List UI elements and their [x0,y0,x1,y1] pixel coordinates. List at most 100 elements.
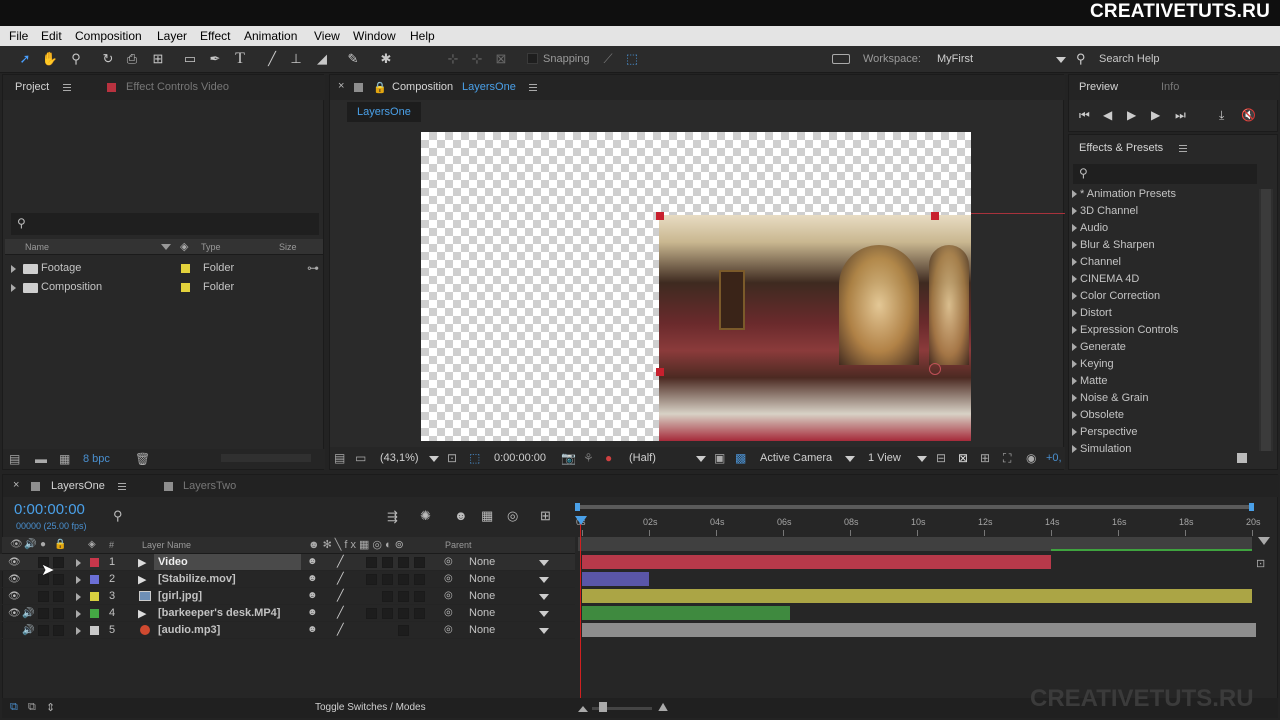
expand-triangle-icon[interactable] [11,265,16,273]
rotate-tool-icon[interactable]: ↻ [99,51,117,67]
workspace-icon[interactable] [832,54,850,64]
comp-button-icon[interactable] [1258,537,1270,545]
col-layer-name[interactable]: Layer Name [142,540,191,550]
switch-box[interactable] [414,591,425,602]
timeline-timecode[interactable]: 0:00:00:00 [14,501,85,518]
switch-box[interactable] [414,557,425,568]
menu-view[interactable]: View [314,29,340,43]
layer-name[interactable]: [audio.mp3] [158,624,220,636]
zoom-tool-icon[interactable]: ⚲ [67,51,85,67]
layer-row[interactable]: 👁 1 ▶ Video ☻ ╱ ◎ None [0,554,575,571]
expand-triangle-icon[interactable] [76,576,81,584]
comp-mini-flowchart-icon[interactable]: ⇶ [387,509,398,525]
workspace-dropdown-icon[interactable] [1056,57,1066,63]
scrollbar-thumb[interactable] [1261,189,1271,451]
expand-triangle-icon[interactable] [76,627,81,635]
project-item-footage[interactable]: Footage Folder [5,260,323,278]
tab-preview[interactable]: Preview [1079,81,1118,93]
reset-exposure-icon[interactable]: ◉ [1026,451,1036,465]
sort-arrow-icon[interactable] [161,244,171,250]
lock-toggle[interactable] [53,608,64,619]
close-tab-icon[interactable]: × [338,80,344,92]
solo-toggle[interactable] [38,608,49,619]
pan-behind-tool-icon[interactable]: ⊞ [149,51,167,67]
shy-switch-icon[interactable]: ☻ [307,573,318,584]
clone-stamp-tool-icon[interactable]: ⊥ [287,51,305,67]
parent-value[interactable]: None [469,607,495,619]
pickwhip-icon[interactable]: ◎ [444,590,453,601]
shy-switch-icon[interactable]: ☻ [307,556,318,567]
solo-column-icon[interactable]: ● [40,539,46,550]
menu-file[interactable]: File [9,29,28,43]
time-ruler[interactable]: 0s02s04s06s08s10s12s14s16s18s20s [575,514,1261,536]
world-axis-icon[interactable]: ⊹ [468,51,486,67]
video-frame[interactable] [659,215,971,441]
first-frame-icon[interactable]: ⏮ [1079,108,1090,123]
effect-category[interactable]: Noise & Grain [1072,392,1148,404]
switch-box[interactable] [382,574,393,585]
effect-category[interactable]: Generate [1072,341,1126,353]
composition-panel-menu-icon[interactable] [529,84,537,91]
switch-box[interactable] [398,591,409,602]
always-preview-icon[interactable]: ▤ [334,451,345,465]
shy-switch-icon[interactable]: ☻ [307,624,318,635]
parent-value[interactable]: None [469,573,495,585]
layer-duration-bar[interactable] [582,589,1252,603]
speaker-icon[interactable]: 🔊 [22,608,34,619]
tab-timeline-inactive[interactable]: LayersTwo [183,480,236,492]
monitor-icon[interactable]: ▭ [355,451,366,465]
effect-category[interactable]: 3D Channel [1072,205,1138,217]
zoom-dropdown-icon[interactable] [429,456,439,462]
close-tab-icon[interactable]: × [13,479,19,491]
shape-tool-icon[interactable]: ▭ [181,51,199,67]
pickwhip-icon[interactable]: ◎ [444,624,453,635]
label-color-swatch[interactable] [90,592,99,601]
play-icon[interactable]: ▶ [1127,108,1136,122]
menu-edit[interactable]: Edit [41,29,62,43]
col-type[interactable]: Type [201,242,221,252]
layer-name[interactable]: [barkeeper's desk.MP4] [158,607,280,619]
in-out-panes-icon[interactable]: ⇕ [46,701,55,714]
layer-row[interactable]: 👁 3 [girl.jpg] ☻ ╱ ◎ None [0,588,575,605]
lock-icon[interactable]: 🔒 [373,81,387,94]
tab-effect-controls[interactable]: Effect Controls Video [126,81,229,93]
work-area-bar[interactable] [575,501,1257,513]
lock-toggle[interactable] [53,625,64,636]
effects-presets-title[interactable]: Effects & Presets [1079,142,1163,154]
region-of-interest-icon[interactable]: ⬚ [469,451,480,465]
parent-dropdown-icon[interactable] [539,577,549,583]
zoom-out-icon[interactable] [578,706,588,712]
menu-effect[interactable]: Effect [200,29,230,43]
shy-switch-icon[interactable]: ☻ [307,607,318,618]
comp-sub-tab[interactable]: LayersOne [347,102,421,122]
workspace-value[interactable]: MyFirst [937,53,973,65]
anchor-point-icon[interactable] [929,363,941,375]
video-column-icon[interactable]: 👁 [10,539,23,550]
effect-category[interactable]: Obsolete [1072,409,1124,421]
col-name[interactable]: Name [25,242,49,252]
current-time-indicator[interactable] [580,520,581,698]
effect-category[interactable]: Simulation [1072,443,1131,454]
layer-handle[interactable] [656,368,664,376]
effect-category[interactable]: Distort [1072,307,1112,319]
label-color-swatch[interactable] [90,609,99,618]
switch-box[interactable] [366,608,377,619]
layer-options-icon[interactable]: ⊡ [1256,557,1265,570]
camera-dropdown-icon[interactable] [845,456,855,462]
parent-dropdown-icon[interactable] [539,560,549,566]
snapshot-icon[interactable]: 📷 [561,451,576,465]
eye-icon[interactable]: 👁 [8,557,21,568]
quality-switch-icon[interactable]: ╱ [337,555,344,568]
speaker-icon[interactable]: 🔊 [22,625,34,636]
effects-search-field[interactable]: ⚲ [1073,164,1257,184]
parent-value[interactable]: None [469,556,495,568]
label-column-icon[interactable]: ◈ [88,539,96,550]
view-axis-icon[interactable]: ⊠ [492,51,510,67]
eye-icon[interactable]: 👁 [8,608,21,619]
layer-handle[interactable] [931,212,939,220]
timeline-menu-icon[interactable] [118,483,126,490]
transparency-grid-icon[interactable]: ▩ [735,451,746,465]
previous-frame-icon[interactable]: ◀ [1103,108,1112,122]
solo-toggle[interactable] [38,625,49,636]
switch-box[interactable] [398,608,409,619]
